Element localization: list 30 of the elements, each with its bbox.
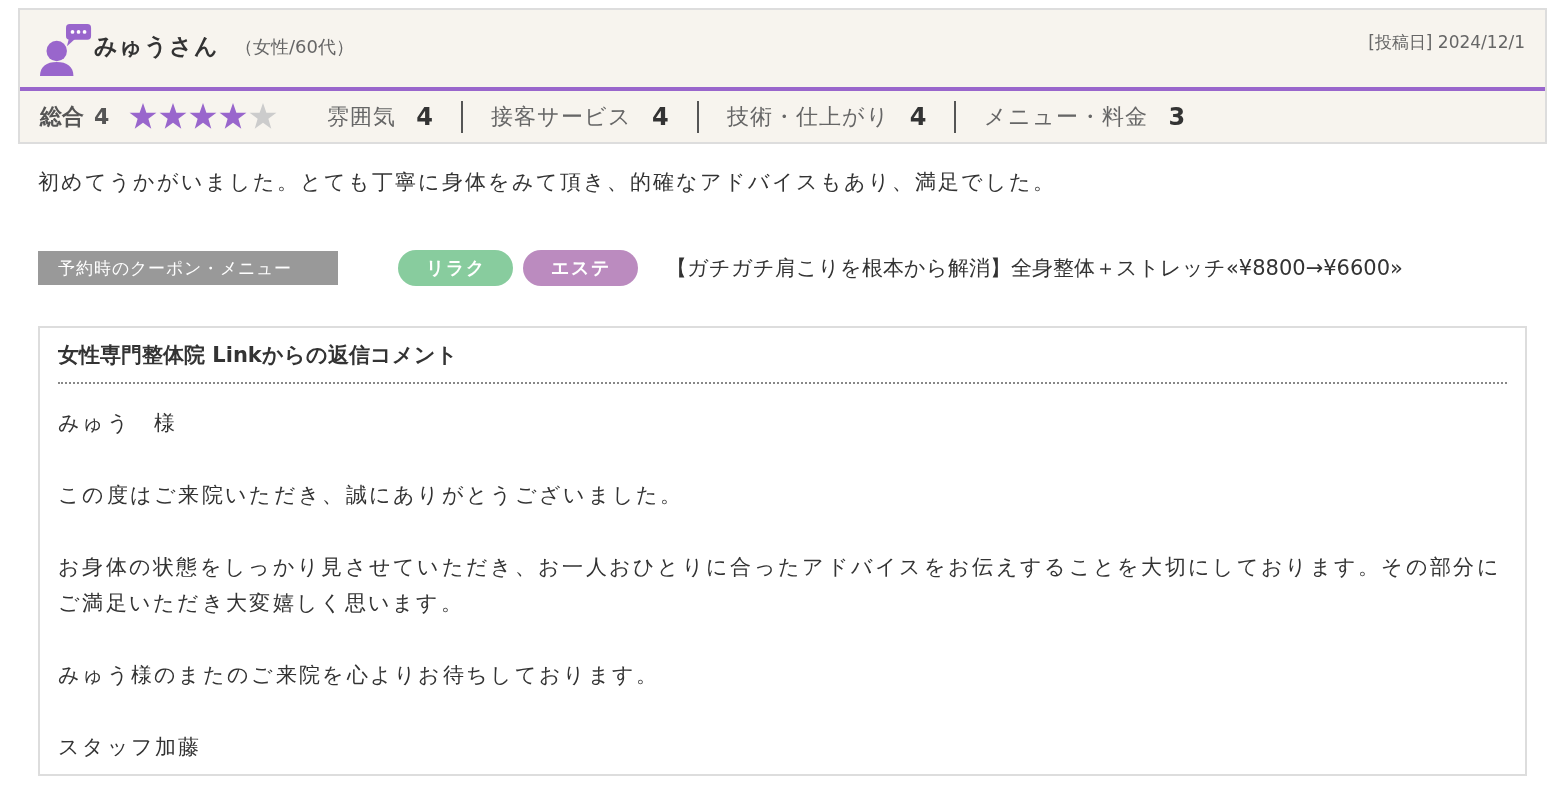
reply-title: 女性専門整体院 Linkからの返信コメント	[58, 340, 1507, 384]
rating-label: 雰囲気	[327, 102, 397, 131]
coupon-menu-title: 【ガチガチ肩こりを根本から解消】全身整体＋ストレッチ«¥8800→¥6600»	[666, 255, 1403, 282]
star-icon	[249, 103, 278, 130]
reviewer-attributes: （女性/60代）	[235, 34, 354, 59]
rating-score: 4	[416, 102, 433, 131]
reply-paragraph: みゅう 様	[58, 410, 179, 437]
star-icon	[189, 103, 218, 130]
overall-rating-score: 4	[94, 104, 110, 129]
post-date: [投稿日] 2024/12/1	[1368, 31, 1525, 54]
rating-score: 4	[909, 102, 927, 131]
star-icon	[129, 103, 158, 130]
star-icon	[159, 103, 188, 130]
rating-label: メニュー・料金	[984, 102, 1149, 131]
coupon-menu-label: 予約時のクーポン・メニュー	[38, 251, 338, 285]
reply-paragraph: スタッフ加藤	[58, 734, 203, 761]
person-speech-icon	[40, 23, 92, 76]
category-tag: エステ	[523, 250, 638, 286]
rating-score: 3	[1168, 102, 1186, 131]
rating-label: 技術・仕上がり	[726, 102, 890, 131]
rating-label: 接客サービス	[491, 102, 632, 131]
rating-score: 4	[652, 102, 669, 131]
review-text: 初めてうかがいました。とても丁寧に身体をみて頂き、的確なアドバイスもあり、満足でした。	[37, 169, 1057, 196]
overall-rating-label: 総合	[40, 102, 84, 131]
reviewer-name: みゅうさん	[94, 32, 219, 61]
category-tag: リラク	[398, 250, 513, 286]
star-icon	[219, 103, 248, 130]
reply-paragraph: みゅう様のまたのご来院を心よりお待ちしております。	[58, 662, 661, 689]
reply-paragraph: お身体の状態をしっかり見させていただき、お一人おひとりに合ったアドバイスをお伝えすることを大切にしております。その部分にご満足いただき大変嬉しく思います。	[58, 554, 1502, 617]
reply-paragraph: この度はご来院いただき、誠にありがとうございました。	[58, 482, 685, 509]
